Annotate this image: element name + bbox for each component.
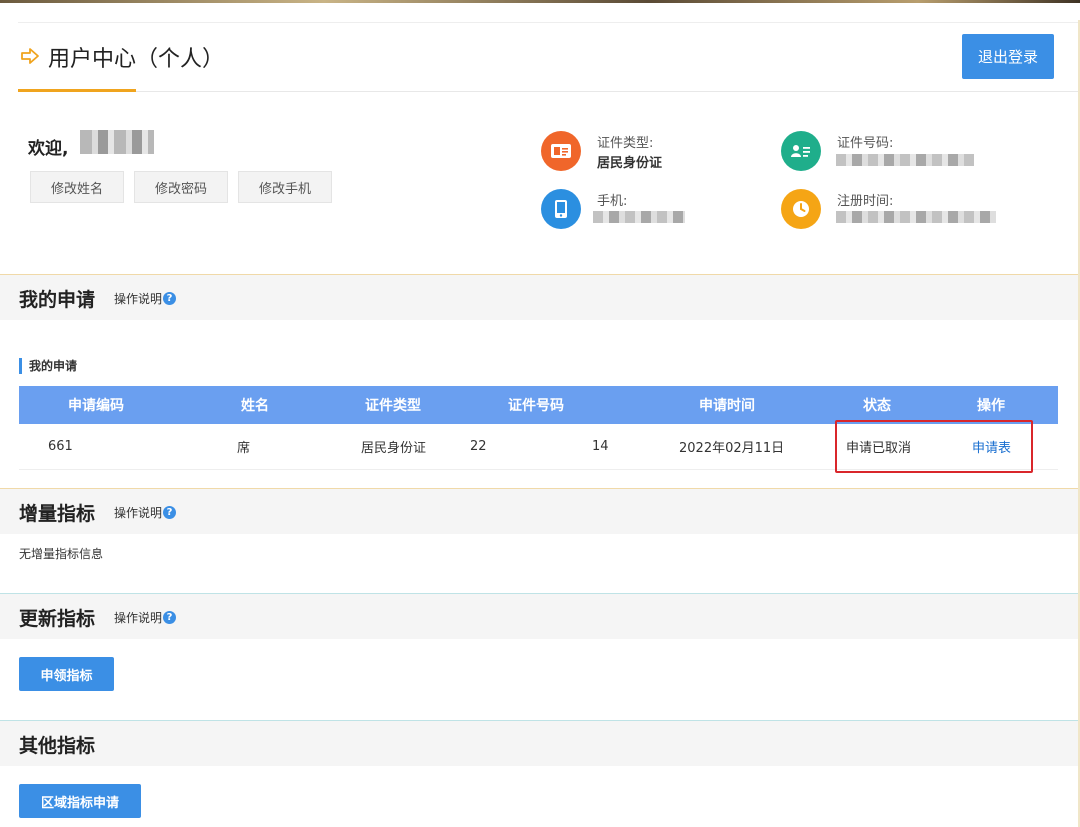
edit-name-button[interactable]: 修改姓名 — [30, 171, 124, 203]
page-header: 用户中心（个人） 退出登录 — [18, 22, 1078, 92]
question-icon: ? — [163, 506, 177, 519]
column-header-id-type: 证件类型 — [365, 398, 421, 414]
id-type-label: 证件类型: — [597, 136, 654, 151]
register-time-redacted — [836, 211, 996, 223]
id-number-icon — [781, 131, 821, 171]
increment-empty-text: 无增量指标信息 — [19, 547, 104, 561]
clock-icon — [781, 189, 821, 229]
cell-name: 席 — [237, 441, 251, 456]
column-header-status: 状态 — [863, 398, 891, 414]
help-link-renewal[interactable]: 操作说明? — [114, 609, 177, 626]
register-time-label: 注册时间: — [837, 194, 894, 209]
cell-code: 661 — [48, 439, 73, 454]
cell-apply-time: 2022年02月11日 — [679, 441, 785, 456]
apply-indicator-button[interactable]: 申领指标 — [19, 657, 114, 691]
question-icon: ? — [163, 611, 177, 624]
cell-id-number-end: 14 — [592, 439, 609, 454]
cell-id-type: 居民身份证 — [361, 441, 427, 456]
phone-label: 手机: — [597, 194, 628, 209]
column-header-code: 申请编码 — [68, 398, 124, 414]
help-link-label: 操作说明 — [114, 611, 163, 625]
regional-indicator-button[interactable]: 区域指标申请 — [19, 784, 141, 818]
table-header-row: 申请编码 姓名 证件类型 证件号码 申请时间 状态 操作 — [19, 386, 1058, 424]
top-decor-strip — [0, 0, 1080, 3]
arrow-right-icon — [21, 48, 39, 64]
id-card-icon — [541, 131, 581, 171]
section-title-applications: 我的申请 — [19, 289, 96, 311]
username-redacted — [80, 130, 154, 154]
phone-icon — [541, 189, 581, 229]
profile-panel: 欢迎, 修改姓名 修改密码 修改手机 证件类型: 居民身份证 证件号码: 手机:… — [0, 92, 1080, 274]
column-header-id-number: 证件号码 — [508, 398, 564, 414]
column-header-apply-time: 申请时间 — [699, 398, 755, 414]
section-header-other: 其他指标 — [0, 720, 1078, 766]
help-link-label: 操作说明 — [114, 506, 163, 520]
section-header-renewal: 更新指标 操作说明? — [0, 593, 1078, 639]
status-highlight-box — [835, 420, 1033, 473]
cell-id-number-start: 22 — [470, 439, 487, 454]
help-link-increment[interactable]: 操作说明? — [114, 504, 177, 521]
id-number-redacted — [836, 154, 974, 166]
section-title-other: 其他指标 — [19, 735, 96, 757]
section-header-applications: 我的申请 操作说明? — [0, 274, 1078, 320]
section-title-increment: 增量指标 — [19, 503, 96, 525]
id-number-label: 证件号码: — [837, 136, 894, 151]
help-link-applications[interactable]: 操作说明? — [114, 290, 177, 307]
question-icon: ? — [163, 292, 177, 305]
page-title-tab: 用户中心（个人） — [18, 35, 224, 92]
logout-button[interactable]: 退出登录 — [962, 34, 1054, 79]
edit-password-button[interactable]: 修改密码 — [134, 171, 228, 203]
section-header-increment: 增量指标 操作说明? — [0, 488, 1078, 534]
id-type-value: 居民身份证 — [597, 156, 663, 171]
edit-phone-button[interactable]: 修改手机 — [238, 171, 332, 203]
table-subtitle: 我的申请 — [19, 358, 77, 374]
help-link-label: 操作说明 — [114, 292, 163, 306]
column-header-name: 姓名 — [241, 398, 269, 414]
section-title-renewal: 更新指标 — [19, 608, 96, 630]
page-title: 用户中心（个人） — [48, 47, 225, 72]
welcome-text: 欢迎, — [28, 139, 69, 159]
phone-redacted — [593, 211, 685, 223]
column-header-action: 操作 — [977, 398, 1005, 414]
